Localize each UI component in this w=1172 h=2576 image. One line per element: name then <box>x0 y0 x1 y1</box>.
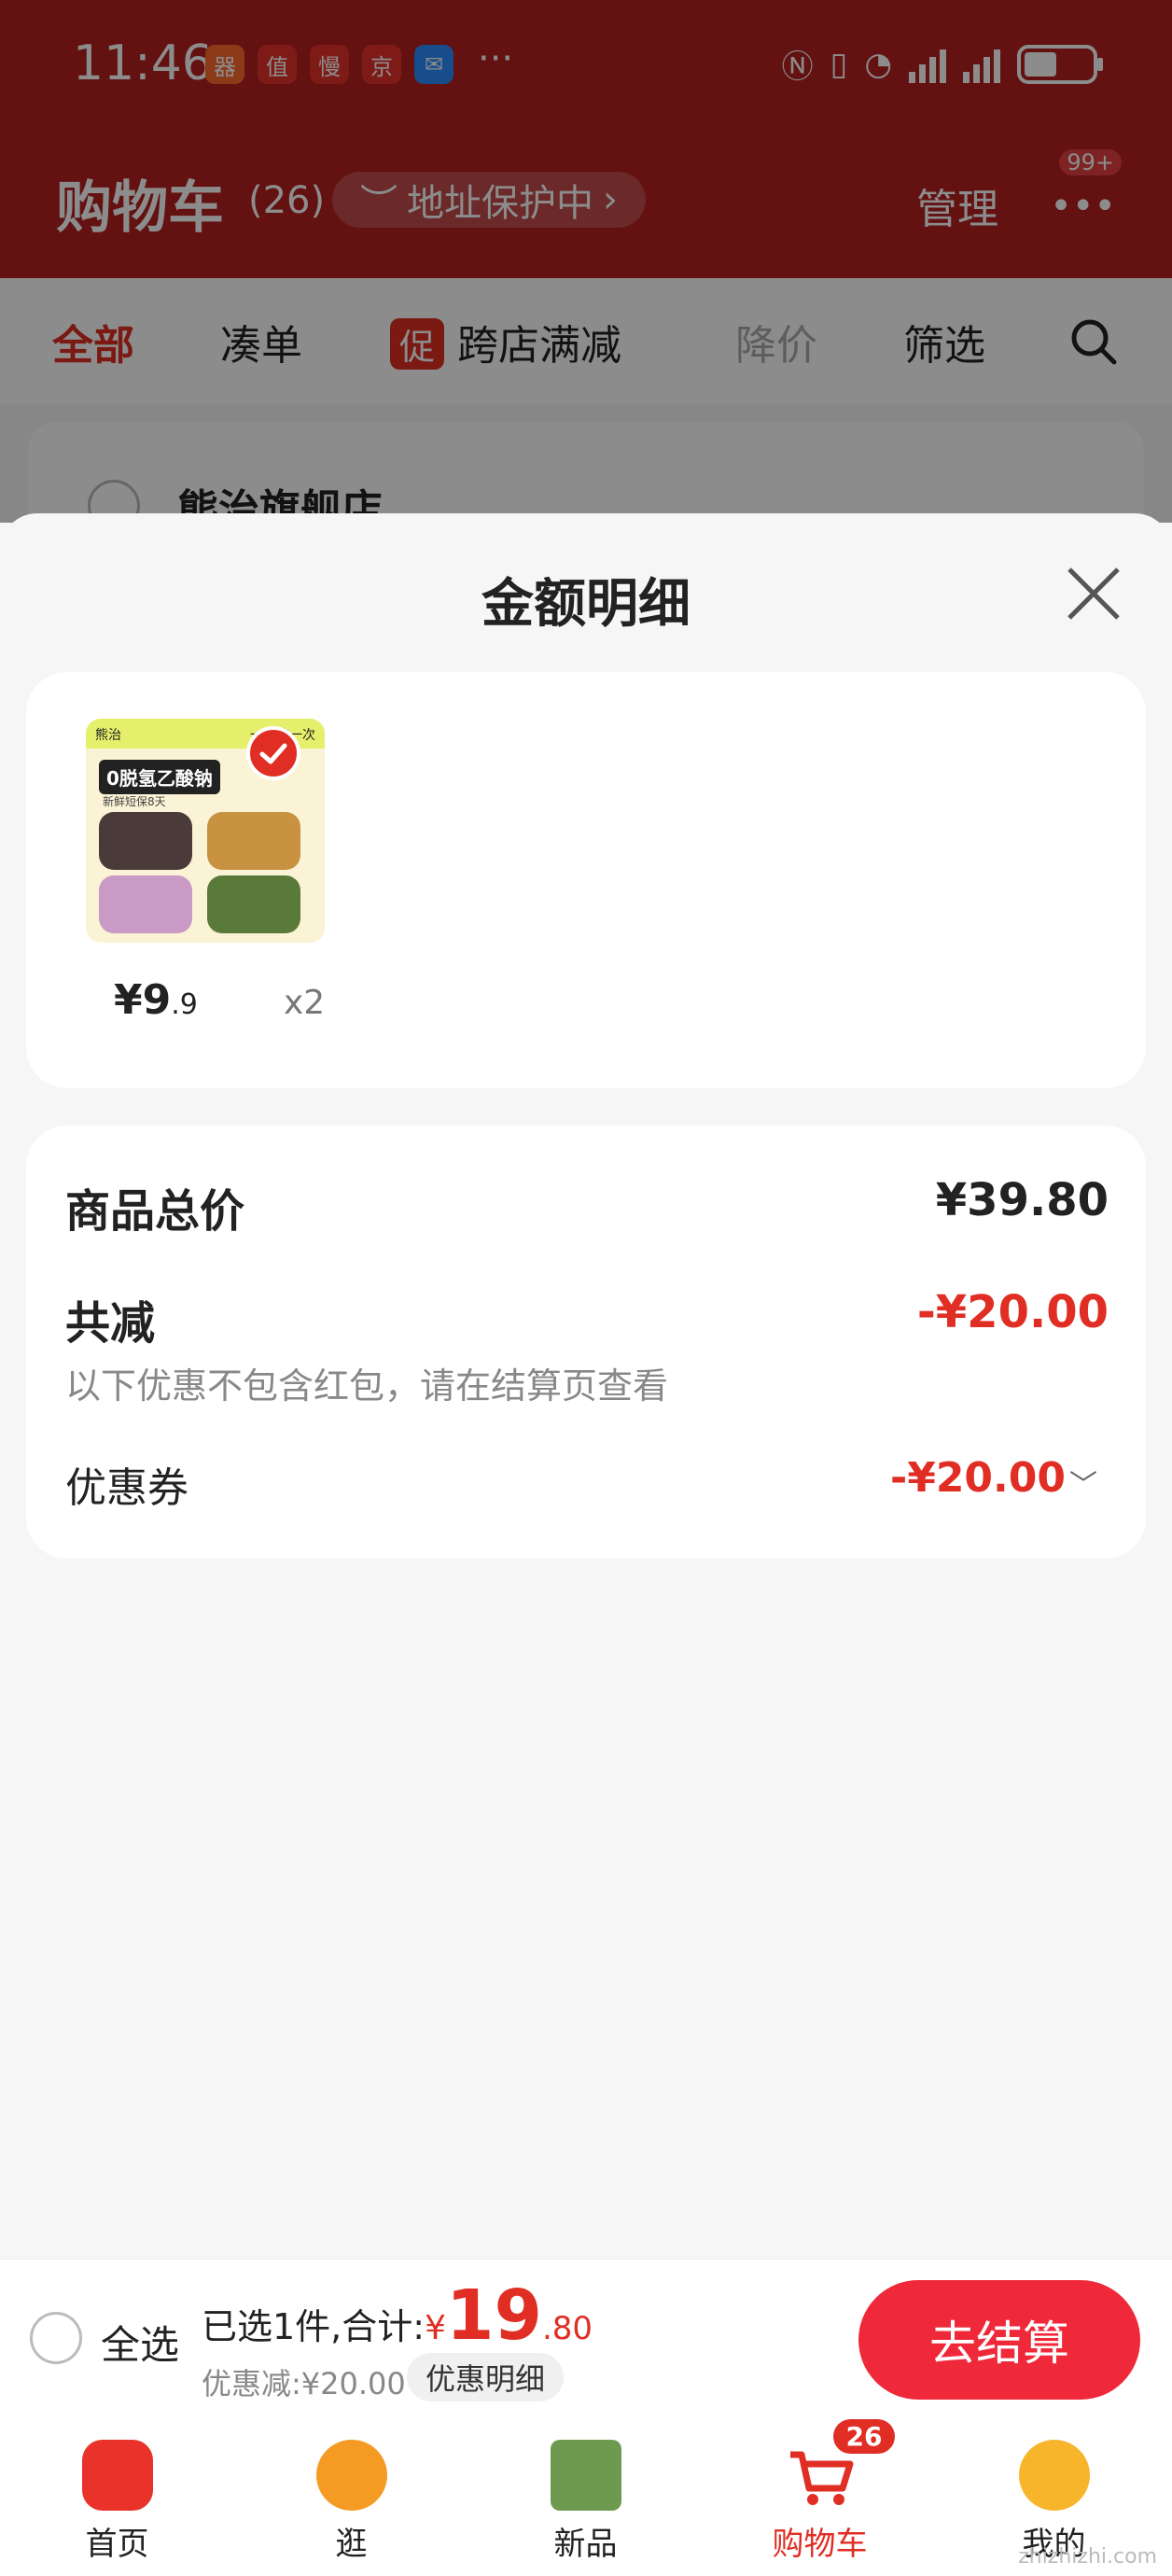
product-image-subline: 新鲜短保8天 <box>103 795 166 808</box>
product-image-brand: 熊治 <box>95 728 121 743</box>
price-decimal: .9 <box>171 988 198 1021</box>
bottom-tab-bar: 首页 逛 新品 26 购物车 我的 zhizhizhi.com <box>0 2417 1172 2576</box>
tab-home[interactable]: 首页 <box>0 2417 234 2576</box>
close-icon[interactable] <box>1060 560 1127 627</box>
product-quantity: x2 <box>284 984 326 1022</box>
product-image-headline: 0脱氢乙酸钠 <box>99 760 220 794</box>
profile-icon <box>1018 2440 1090 2511</box>
bread-image <box>207 875 300 933</box>
explore-icon <box>315 2440 387 2511</box>
home-icon <box>81 2440 153 2511</box>
currency-symbol: ¥ <box>425 2309 446 2347</box>
discount-amount: 优惠减:¥20.00 <box>202 2366 406 2401</box>
total-price-value: ¥39.80 <box>935 1174 1109 1226</box>
amount-detail-sheet: 金额明细 熊治一周购一次 0脱氢乙酸钠 新鲜短保8天 ¥9.9 x2 商品总价 … <box>0 513 1172 2259</box>
tab-label: 逛 <box>335 2526 368 2563</box>
check-icon[interactable] <box>246 726 300 780</box>
bread-image <box>99 812 192 870</box>
cart-icon: 26 <box>785 2419 896 2511</box>
bread-image <box>207 812 300 870</box>
tab-label: 新品 <box>553 2526 618 2563</box>
product-price: ¥9.9 <box>114 976 198 1024</box>
total-discount-label: 共减 <box>65 1297 156 1350</box>
new-products-icon <box>550 2440 621 2511</box>
selected-summary: 已选1件,合计: ¥ 19 .80 <box>202 2275 593 2356</box>
tab-label: 首页 <box>85 2526 149 2563</box>
amount-decimal: .80 <box>541 2310 593 2347</box>
select-all-label[interactable]: 全选 <box>101 2314 179 2371</box>
price-summary-card: 商品总价 ¥39.80 共减 -¥20.00 以下优惠不包含红包，请在结算页查看… <box>26 1126 1146 1559</box>
total-discount-value: -¥20.00 <box>916 1286 1109 1338</box>
chevron-down-icon[interactable]: ﹀ <box>1069 1462 1097 1503</box>
amount-integer: 19 <box>445 2275 542 2356</box>
total-price-label: 商品总价 <box>65 1185 245 1238</box>
dim-overlay[interactable] <box>0 0 1172 523</box>
sheet-title: 金额明细 <box>481 574 691 635</box>
price-integer: ¥9 <box>114 976 172 1024</box>
select-all-radio[interactable] <box>30 2312 82 2364</box>
coupon-value[interactable]: -¥20.00 <box>890 1454 1066 1502</box>
discount-note: 以下优惠不包含红包，请在结算页查看 <box>65 1365 669 1407</box>
checkout-button[interactable]: 去结算 <box>858 2280 1140 2400</box>
tab-label: 购物车 <box>772 2526 868 2563</box>
bread-image <box>99 875 192 933</box>
checkout-bar: 全选 已选1件,合计: ¥ 19 .80 优惠减:¥20.00 优惠明细 去结算 <box>0 2259 1172 2417</box>
tab-cart[interactable]: 26 购物车 <box>703 2417 937 2576</box>
watermark: zhizhizhi.com <box>1018 2545 1157 2569</box>
discount-detail-button[interactable]: 优惠明细 <box>407 2353 565 2401</box>
tab-new-products[interactable]: 新品 <box>468 2417 703 2576</box>
coupon-label: 优惠券 <box>65 1464 188 1512</box>
product-card: 熊治一周购一次 0脱氢乙酸钠 新鲜短保8天 ¥9.9 x2 <box>26 672 1146 1088</box>
cart-badge: 26 <box>832 2419 896 2454</box>
tab-explore[interactable]: 逛 <box>234 2417 468 2576</box>
selected-text: 已选1件,合计: <box>202 2306 426 2347</box>
checkmark-icon <box>259 743 287 764</box>
